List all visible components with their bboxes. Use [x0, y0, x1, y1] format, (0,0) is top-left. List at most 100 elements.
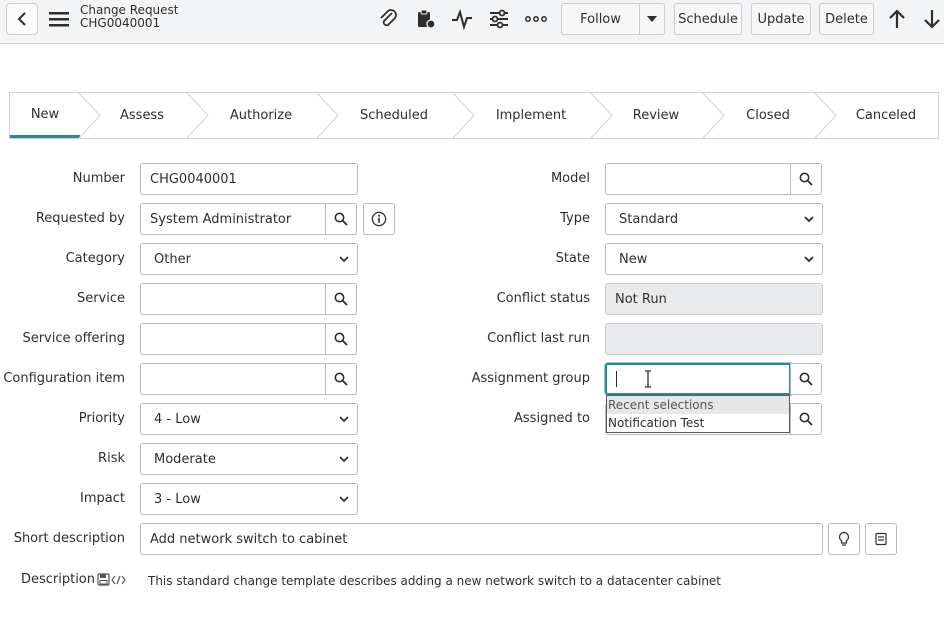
priority-select[interactable]: 4 - Low [140, 403, 358, 435]
impact-value: 3 - Low [154, 491, 201, 507]
number-field[interactable]: CHG0040001 [140, 163, 358, 195]
conflict-status-field: Not Run [605, 283, 823, 315]
back-button[interactable] [6, 3, 38, 35]
stage-assess[interactable]: Assess [98, 93, 186, 138]
more-icon[interactable] [522, 6, 550, 32]
stage-canceled[interactable]: Canceled [834, 93, 938, 138]
attachment-icon[interactable] [374, 6, 402, 32]
assignment-group-lookup-button[interactable] [790, 363, 822, 395]
state-select[interactable]: New [605, 243, 823, 275]
service-lookup-button[interactable] [325, 283, 357, 315]
activity-icon[interactable] [448, 6, 476, 32]
priority-label: Priority [78, 411, 125, 426]
type-value: Standard [619, 211, 679, 227]
impact-label: Impact [80, 491, 125, 506]
service-label: Service [76, 291, 125, 306]
chevron-down-icon [804, 256, 814, 263]
type-select[interactable]: Standard [605, 203, 823, 235]
search-icon [334, 372, 348, 386]
stage-separator [186, 93, 209, 138]
service-offering-field[interactable] [140, 323, 326, 355]
stage-separator [814, 93, 837, 138]
configuration-item-lookup-button[interactable] [325, 363, 357, 395]
requested-by-label: Requested by [35, 211, 125, 226]
model-label: Model [550, 171, 590, 186]
stage-review[interactable]: Review [610, 93, 702, 138]
form-header: Change Request CHG0040001 Follow Schedul… [0, 0, 944, 44]
stage-implement[interactable]: Implement [472, 93, 590, 138]
impact-select[interactable]: 3 - Low [140, 483, 358, 515]
requested-by-lookup-button[interactable] [325, 203, 357, 235]
risk-label: Risk [98, 451, 125, 466]
assigned-to-lookup-button[interactable] [790, 403, 822, 435]
arrow-down-icon[interactable] [920, 7, 944, 31]
chevron-down-icon [339, 456, 349, 463]
service-offering-lookup-button[interactable] [325, 323, 357, 355]
delete-button[interactable]: Delete [819, 3, 874, 35]
state-value: New [619, 251, 648, 267]
category-value: Other [154, 251, 191, 267]
record-number: CHG0040001 [80, 16, 161, 30]
stage-separator [78, 93, 101, 138]
settings-sliders-icon[interactable] [485, 6, 513, 32]
stage-separator [316, 93, 339, 138]
info-icon [371, 211, 387, 227]
back-icon [17, 12, 26, 26]
suggestion-button[interactable] [828, 523, 860, 555]
search-icon [334, 292, 348, 306]
update-button[interactable]: Update [751, 3, 811, 35]
book-icon [875, 532, 887, 546]
chevron-down-icon [339, 496, 349, 503]
knowledge-search-button[interactable] [865, 523, 897, 555]
stage-authorize[interactable]: Authorize [206, 93, 316, 138]
model-lookup-button[interactable] [790, 163, 822, 195]
requested-by-field[interactable]: System Administrator [140, 203, 326, 235]
autocomplete-option[interactable]: Notification Test [607, 414, 789, 432]
model-field[interactable] [605, 163, 791, 195]
search-icon [799, 372, 813, 386]
stage-scheduled[interactable]: Scheduled [336, 93, 452, 138]
stage-separator [452, 93, 475, 138]
autocomplete-header: Recent selections [607, 396, 789, 414]
assignment-group-label: Assignment group [471, 371, 590, 386]
search-icon [334, 332, 348, 346]
text-cursor [616, 371, 617, 387]
conflict-status-label: Conflict status [496, 291, 590, 306]
state-label: State [555, 251, 590, 266]
chevron-down-icon [804, 216, 814, 223]
assignment-group-field[interactable] [605, 363, 791, 395]
record-title: Change Request CHG0040001 [80, 4, 179, 30]
clipboard-icon[interactable] [411, 6, 439, 32]
ibeam-cursor-icon [645, 370, 651, 388]
short-description-field[interactable]: Add network switch to cabinet [140, 523, 823, 555]
description-label: Description [20, 572, 95, 587]
code-icon[interactable] [111, 575, 126, 585]
category-label: Category [65, 251, 125, 266]
priority-value: 4 - Low [154, 411, 201, 427]
save-icon[interactable] [97, 573, 110, 586]
search-icon [799, 172, 813, 186]
chevron-down-icon [339, 256, 349, 263]
follow-button[interactable]: Follow [561, 3, 640, 35]
conflict-last-run-field [605, 323, 823, 355]
service-field[interactable] [140, 283, 326, 315]
stage-closed[interactable]: Closed [722, 93, 814, 138]
search-icon [334, 212, 348, 226]
menu-icon[interactable] [46, 6, 72, 32]
configuration-item-field[interactable] [140, 363, 326, 395]
risk-select[interactable]: Moderate [140, 443, 358, 475]
number-label: Number [72, 171, 125, 186]
chevron-down-icon [339, 416, 349, 423]
follow-dropdown-button[interactable] [639, 3, 665, 35]
stage-new[interactable]: New [10, 93, 80, 138]
description-text: This standard change template describes … [148, 574, 722, 588]
arrow-up-icon[interactable] [885, 7, 909, 31]
assigned-to-label: Assigned to [514, 411, 590, 426]
short-description-label: Short description [13, 531, 125, 546]
requested-by-info-button[interactable] [363, 203, 395, 235]
conflict-last-run-label: Conflict last run [487, 331, 590, 346]
category-select[interactable]: Other [140, 243, 358, 275]
schedule-button[interactable]: Schedule [674, 3, 742, 35]
stage-separator [702, 93, 725, 138]
stage-separator [590, 93, 613, 138]
